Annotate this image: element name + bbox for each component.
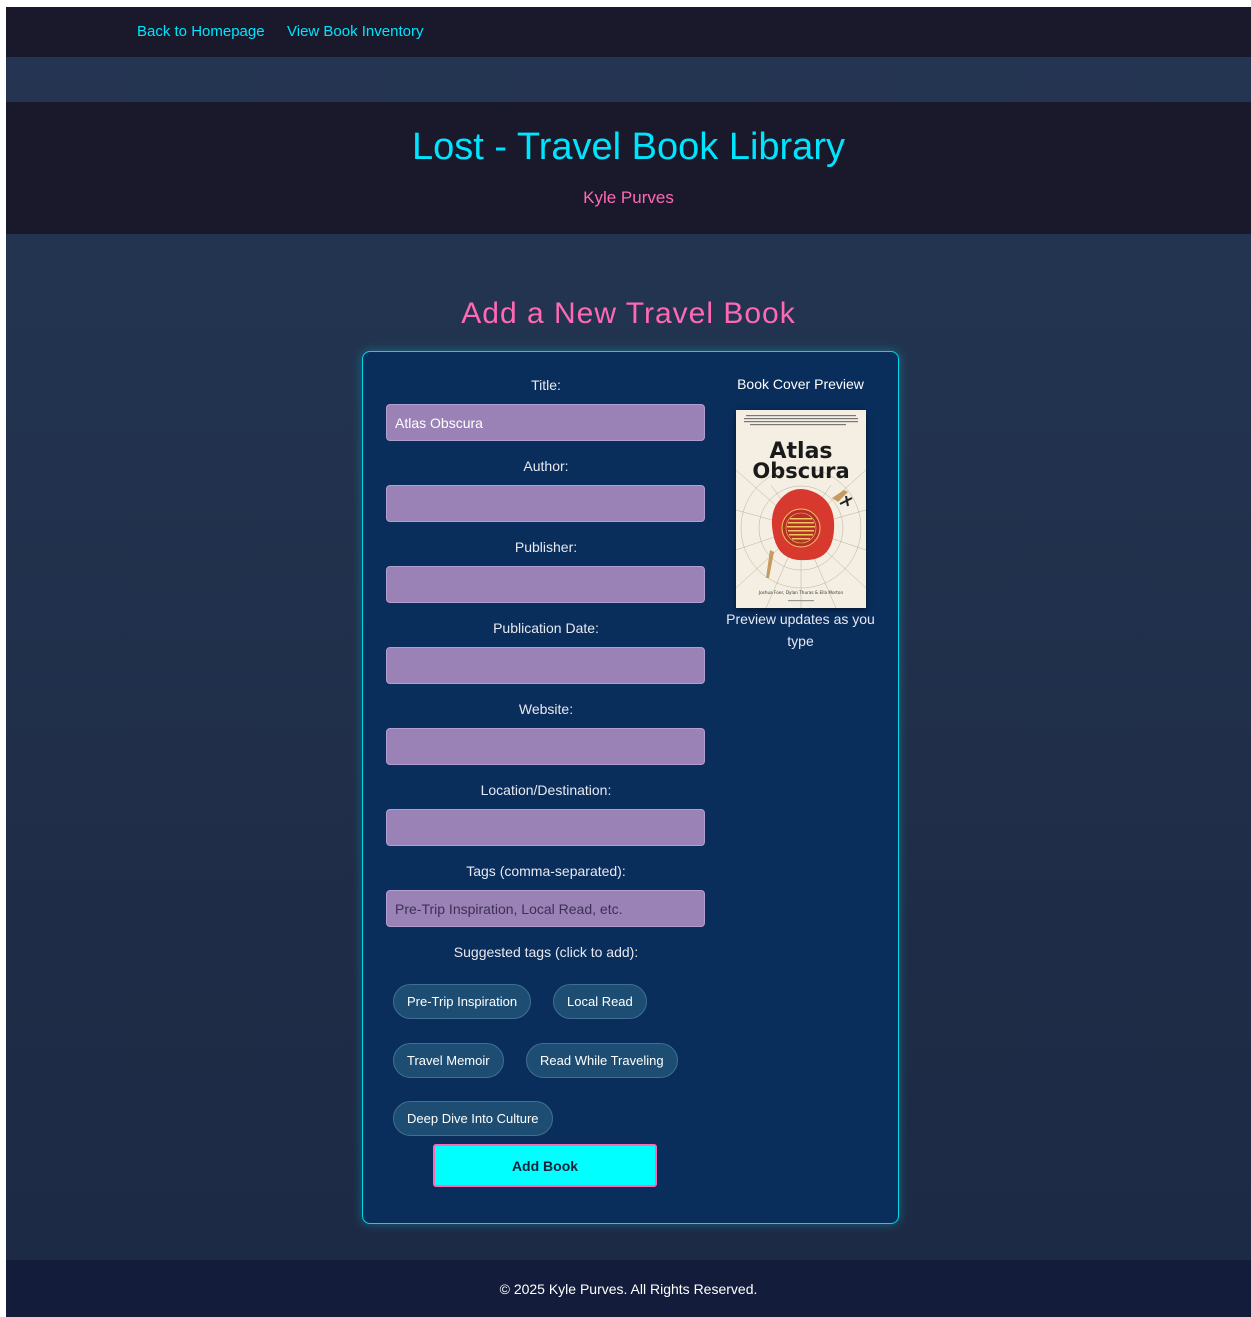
nav-link-homepage[interactable]: Back to Homepage	[137, 23, 265, 40]
title-label: Title:	[531, 377, 561, 393]
tag-travel-memoir[interactable]: Travel Memoir	[393, 1043, 504, 1078]
location-field[interactable]	[386, 809, 705, 846]
cover-authors: Joshua Foer, Dylan Thuras & Ella Morton	[758, 590, 844, 595]
location-label: Location/Destination:	[480, 782, 612, 798]
add-book-form: Title: Author: Publisher: Publication Da…	[362, 351, 899, 1224]
tag-read-while-traveling[interactable]: Read While Traveling	[526, 1043, 678, 1078]
add-book-button[interactable]: Add Book	[433, 1144, 657, 1187]
tags-field[interactable]	[386, 890, 705, 927]
site-footer: © 2025 Kyle Purves. All Rights Reserved.	[6, 1260, 1251, 1317]
author-label: Author:	[523, 458, 569, 474]
site-author: Kyle Purves	[583, 188, 674, 207]
website-field[interactable]	[386, 728, 705, 765]
tag-deep-dive-into-culture[interactable]: Deep Dive Into Culture	[393, 1101, 553, 1136]
author-field[interactable]	[386, 485, 705, 522]
preview-note: Preview updates as you type	[726, 611, 875, 649]
publication-date-label: Publication Date:	[493, 620, 599, 636]
suggested-tags-label: Suggested tags (click to add):	[453, 944, 639, 960]
publisher-label: Publisher:	[514, 539, 578, 555]
top-nav: Back to Homepage View Book Inventory	[6, 7, 1251, 57]
website-label: Website:	[518, 701, 574, 717]
tag-pre-trip-inspiration[interactable]: Pre-Trip Inspiration	[393, 984, 532, 1019]
publisher-field[interactable]	[386, 566, 705, 603]
book-cover-image: Atlas Obscura Joshua Foer, Dylan Thuras …	[736, 410, 866, 608]
tags-label: Tags (comma-separated):	[466, 863, 626, 879]
preview-title: Book Cover Preview	[737, 376, 864, 392]
site-header: Lost - Travel Book Library Kyle Purves	[6, 102, 1251, 234]
page-title: Add a New Travel Book	[461, 297, 796, 330]
tag-local-read[interactable]: Local Read	[553, 984, 647, 1019]
site-title: Lost - Travel Book Library	[412, 126, 845, 168]
cover-title-line2: Obscura	[752, 459, 849, 483]
publication-date-field[interactable]	[386, 647, 705, 684]
page: Back to Homepage View Book Inventory Los…	[6, 7, 1251, 1317]
title-field[interactable]	[386, 404, 705, 441]
book-cover-art: Atlas Obscura Joshua Foer, Dylan Thuras …	[736, 410, 866, 608]
copyright-text: © 2025 Kyle Purves. All Rights Reserved.	[499, 1281, 758, 1297]
nav-link-inventory[interactable]: View Book Inventory	[287, 23, 423, 40]
